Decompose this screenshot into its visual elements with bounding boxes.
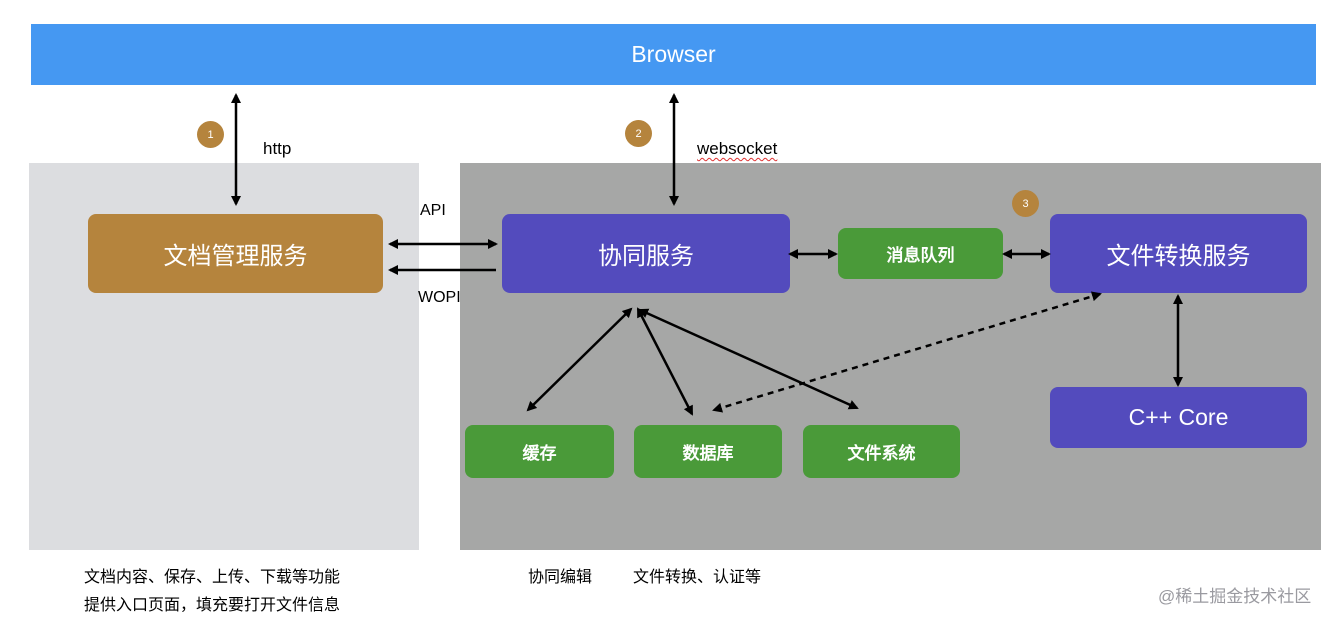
right-caption-part-2: 文件转换、认证等 [633,569,762,586]
arrow-collab-db [636,307,694,416]
arrow-collab-fs [638,308,859,410]
left-caption-line-2: 提供入口页面，填充要打开文件信息 [84,597,341,614]
right-caption-part-1: 协同编辑 [528,569,593,586]
connection-arrows [231,93,1183,416]
arrow-conversion-db-dashed [712,291,1102,413]
left-caption-line-1: 文档内容、保存、上传、下载等功能 [84,569,341,586]
arrow-collab-cache [526,307,633,412]
watermark: @稀土掘金技术社区 [1158,587,1312,606]
